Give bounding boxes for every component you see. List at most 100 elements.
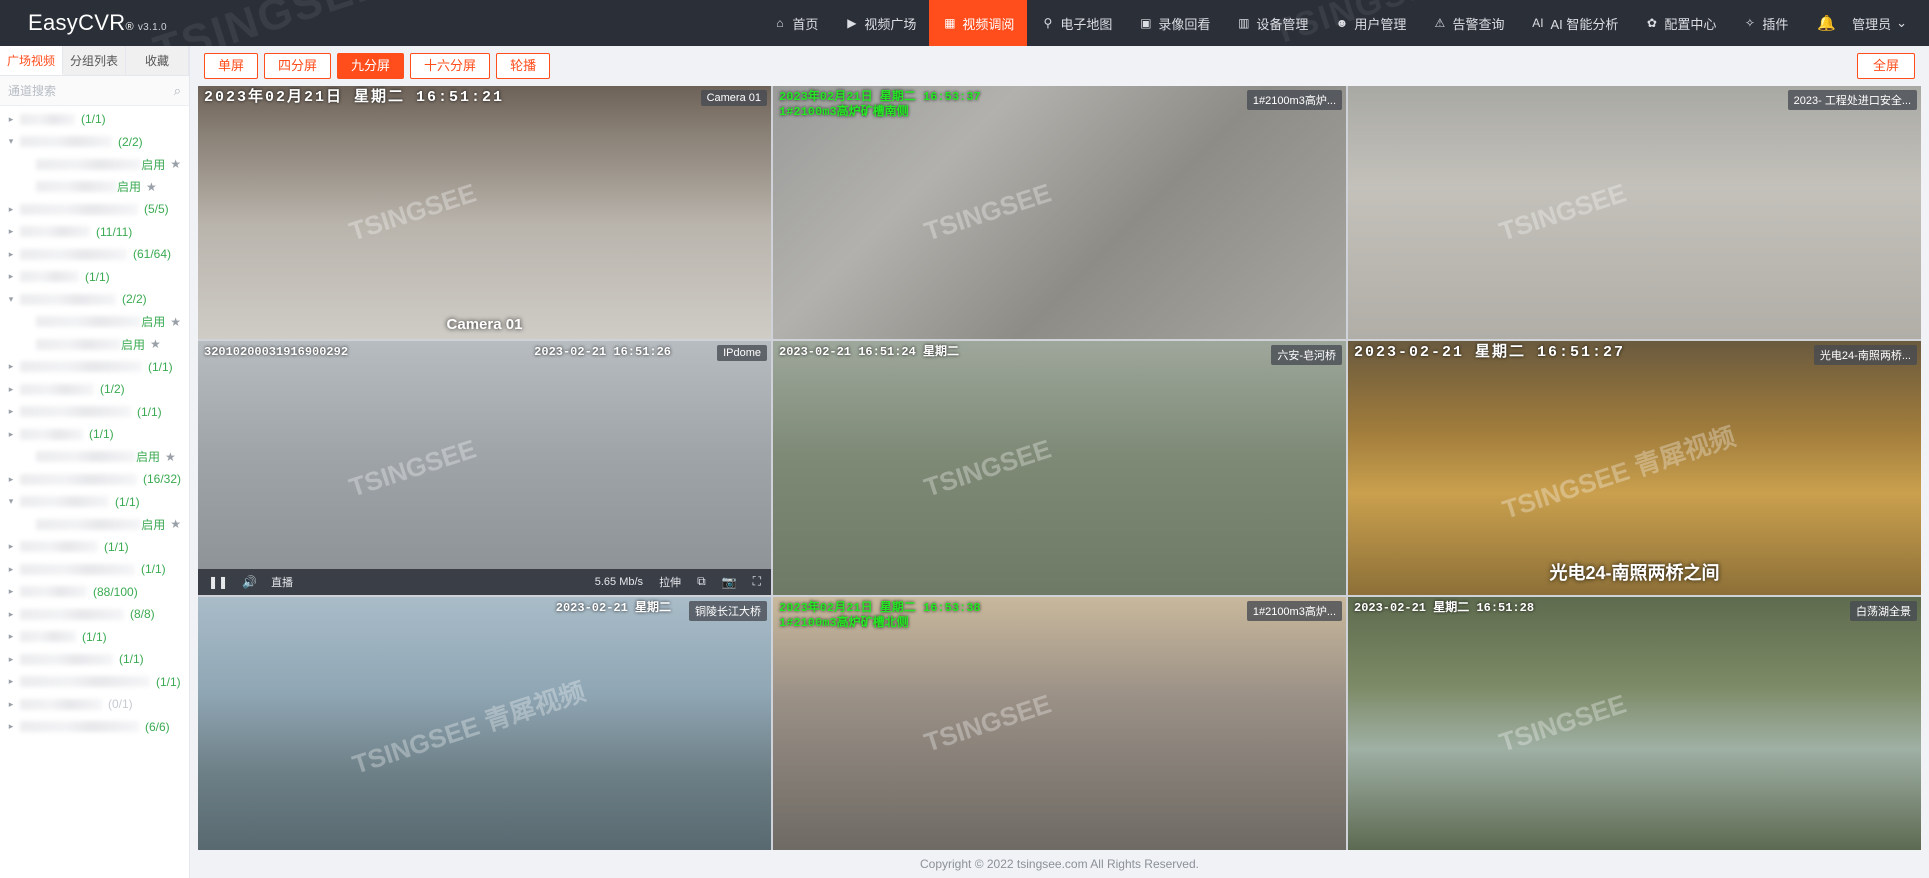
favorite-star-icon[interactable]: ★ [165,450,176,464]
tree-row[interactable]: ▸(1/1) [0,671,189,694]
nav-item-9[interactable]: ✿配置中心 [1631,0,1729,46]
chevron-right-icon[interactable]: ▸ [4,474,18,485]
bell-icon[interactable]: 🔔 [1801,14,1852,32]
chevron-right-icon[interactable]: ▸ [4,654,18,665]
nav-item-1[interactable]: ▶视频广场 [831,0,929,46]
layout-button-4[interactable]: 轮播 [496,53,550,79]
chevron-right-icon[interactable]: ▸ [4,406,18,417]
video-cell-3[interactable]: TSINGSEE320102000319169002922023-02-21 1… [198,341,771,594]
tree-row[interactable]: ▸(11/11) [0,221,189,244]
nav-item-10[interactable]: ✧插件 [1729,0,1801,46]
nav-item-0[interactable]: ⌂首页 [759,0,831,46]
tree-row[interactable]: ▸(1/1) [0,648,189,671]
tree-row[interactable]: ▸(6/6) [0,716,189,739]
tree-row[interactable]: 启用★ [0,446,189,469]
user-menu[interactable]: 管理员 ⌄ [1852,14,1907,33]
live-label[interactable]: 直播 [271,574,293,590]
nav-item-8[interactable]: AIAI 智能分析 [1517,0,1631,46]
chevron-right-icon[interactable]: ▸ [4,429,18,440]
chevron-right-icon[interactable]: ▸ [4,226,18,237]
video-cell-0[interactable]: TSINGSEE2023年02月21日 星期二 16:51:21Camera 0… [198,86,771,339]
tree-row[interactable]: ▸(5/5) [0,198,189,221]
favorite-star-icon[interactable]: ★ [146,180,157,194]
video-cell-8[interactable]: TSINGSEE2023-02-21 星期二 16:51:28白荡湖全景 [1348,597,1921,850]
search-icon[interactable]: ⌕ [174,83,181,99]
chevron-right-icon[interactable]: ▸ [4,609,18,620]
chevron-right-icon[interactable]: ▸ [4,541,18,552]
tree-row[interactable]: ▸(8/8) [0,603,189,626]
channel-search-row[interactable]: ⌕ [0,76,189,106]
video-cell-5[interactable]: TSINGSEE 青犀视频2023-02-21 星期二 16:51:27光电24… [1348,341,1921,594]
chevron-down-icon[interactable]: ▾ [4,136,18,147]
player-control-bar[interactable]: ❚❚🔊直播5.65 Mb/s拉伸⧉📷⛶ [198,569,771,595]
video-cell-7[interactable]: TSINGSEE2023年02月21日 星期二 16:53:38 1#2100m… [773,597,1346,850]
layout-button-2[interactable]: 九分屏 [337,53,404,79]
tree-row[interactable]: ▸(61/64) [0,243,189,266]
camera-snapshot-icon[interactable]: 📷 [722,575,737,589]
layout-button-0[interactable]: 单屏 [204,53,258,79]
sidebar-tab-0[interactable]: 广场视频 [0,46,63,75]
tree-row[interactable]: ▸(88/100) [0,581,189,604]
tree-row[interactable]: ▸(1/1) [0,401,189,424]
chevron-right-icon[interactable]: ▸ [4,271,18,282]
favorite-star-icon[interactable]: ★ [170,157,181,171]
chevron-right-icon[interactable]: ▸ [4,204,18,215]
tree-row[interactable]: ▸(1/1) [0,558,189,581]
tree-row[interactable]: ▸(1/1) [0,356,189,379]
sidebar-tab-2[interactable]: 收藏 [126,46,189,75]
video-cell-1[interactable]: TSINGSEE2023年02月21日 星期二 16:53:37 1#2100m… [773,86,1346,339]
pause-icon[interactable]: ❚❚ [208,575,228,589]
chevron-right-icon[interactable]: ▸ [4,564,18,575]
stretch-button[interactable]: 拉伸 [659,574,681,590]
tree-row[interactable]: 启用★ [0,311,189,334]
tree-row[interactable]: ▸(1/1) [0,108,189,131]
chevron-right-icon[interactable]: ▸ [4,249,18,260]
tree-row[interactable]: ▸(0/1) [0,693,189,716]
video-cell-2[interactable]: TSINGSEE2023- 工程处进口安全... [1348,86,1921,339]
chevron-right-icon[interactable]: ▸ [4,631,18,642]
search-input[interactable] [8,84,168,98]
chevron-right-icon[interactable]: ▸ [4,384,18,395]
tree-row[interactable]: ▸(1/1) [0,536,189,559]
nav-item-6[interactable]: ☻用户管理 [1321,0,1419,46]
volume-icon[interactable]: 🔊 [242,575,257,589]
nav-item-3[interactable]: ⚲电子地图 [1027,0,1125,46]
chevron-right-icon[interactable]: ▸ [4,721,18,732]
tree-row[interactable]: 启用★ [0,333,189,356]
nav-item-2[interactable]: ▦视频调阅 [929,0,1027,46]
tree-row[interactable]: ▾(1/1) [0,491,189,514]
video-cell-6[interactable]: TSINGSEE 青犀视频2023-02-21 星期二铜陵长江大桥 [198,597,771,850]
sidebar-tab-1[interactable]: 分组列表 [63,46,126,75]
chevron-right-icon[interactable]: ▸ [4,676,18,687]
nav-item-5[interactable]: ▥设备管理 [1223,0,1321,46]
channel-tree[interactable]: ▸(1/1)▾(2/2)启用★启用★▸(5/5)▸(11/11)▸(61/64)… [0,106,189,878]
layout-button-1[interactable]: 四分屏 [264,53,331,79]
chevron-right-icon[interactable]: ▸ [4,699,18,710]
fullscreen-icon[interactable]: ⛶ [753,574,761,589]
video-cell-4[interactable]: TSINGSEE2023-02-21 16:51:24 星期二六安-皂河桥 [773,341,1346,594]
chevron-down-icon[interactable]: ▾ [4,294,18,305]
favorite-star-icon[interactable]: ★ [170,517,181,531]
chevron-right-icon[interactable]: ▸ [4,586,18,597]
chevron-right-icon[interactable]: ▸ [4,114,18,125]
tree-row[interactable]: ▸(1/1) [0,423,189,446]
nav-item-4[interactable]: ▣录像回看 [1125,0,1223,46]
nav-item-7[interactable]: ⚠告警查询 [1419,0,1517,46]
tree-row[interactable]: ▸(1/2) [0,378,189,401]
tree-row[interactable]: 启用★ [0,153,189,176]
tree-row[interactable]: ▾(2/2) [0,131,189,154]
favorite-star-icon[interactable]: ★ [170,315,181,329]
tree-row[interactable]: 启用★ [0,513,189,536]
picture-in-picture-icon[interactable]: ⧉ [697,574,706,589]
favorite-star-icon[interactable]: ★ [150,337,161,351]
fullscreen-button[interactable]: 全屏 [1857,53,1915,79]
chevron-down-icon[interactable]: ▾ [4,496,18,507]
tree-row[interactable]: ▸(16/32) [0,468,189,491]
tree-row[interactable]: 启用★ [0,176,189,199]
tree-row[interactable]: ▸(1/1) [0,266,189,289]
tree-row[interactable]: ▾(2/2) [0,288,189,311]
app-logo[interactable]: EasyCVR®v3.1.0 [0,10,167,36]
layout-button-3[interactable]: 十六分屏 [410,53,490,79]
tree-row[interactable]: ▸(1/1) [0,626,189,649]
chevron-right-icon[interactable]: ▸ [4,361,18,372]
